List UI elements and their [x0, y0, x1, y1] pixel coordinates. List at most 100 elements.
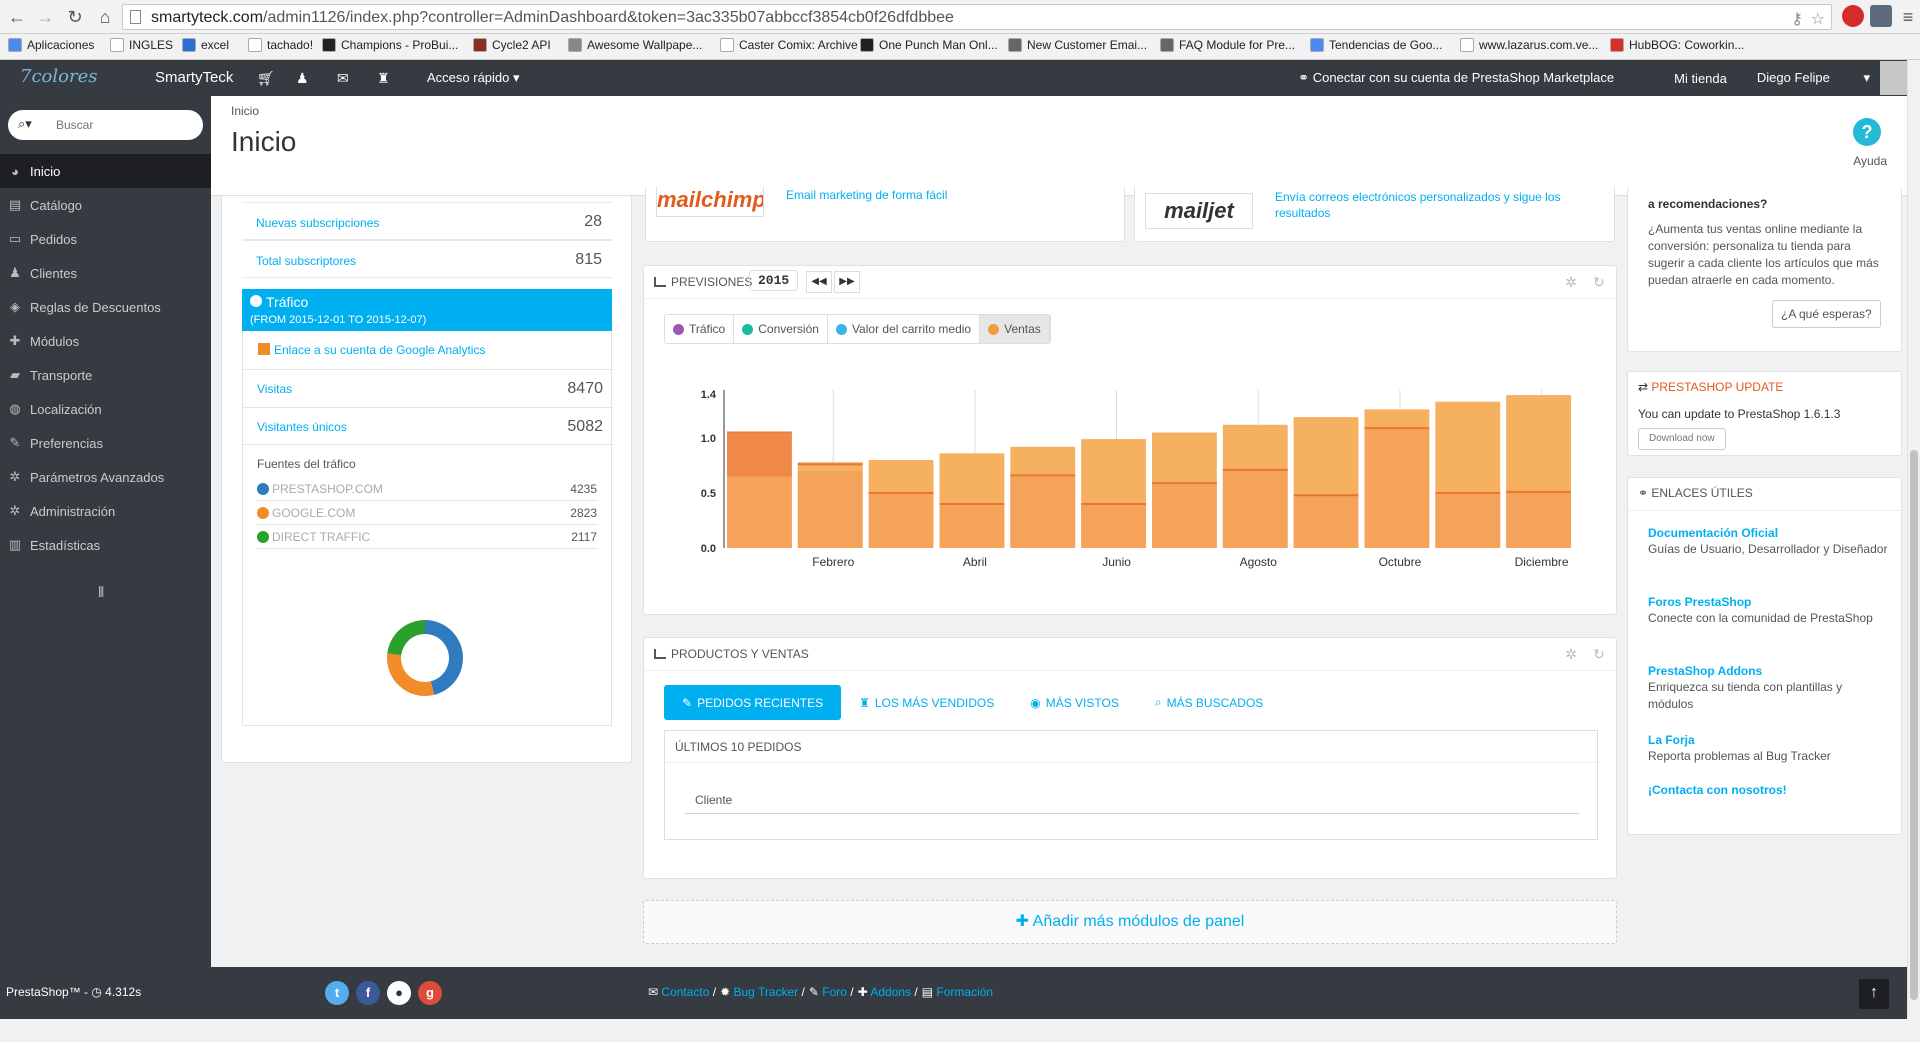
partner-ad-text[interactable]: Email marketing de forma fácil [786, 187, 1106, 203]
scroll-top-button[interactable]: ↑ [1859, 979, 1889, 1009]
partner-logo[interactable]: mailchimp [656, 187, 764, 217]
user-menu[interactable]: Diego Felipe ▾ [1757, 70, 1870, 86]
sidebar-item[interactable]: ✲ Administración [0, 494, 211, 528]
bookmark-item[interactable]: excel [182, 38, 229, 52]
bookmark-item[interactable]: New Customer Emai... [1008, 38, 1147, 52]
products-tab[interactable]: ◉ Más vistos [1012, 685, 1137, 720]
sidebar-item[interactable]: ✲ Parámetros Avanzados [0, 460, 211, 494]
footer-link[interactable]: Contacto [661, 985, 709, 999]
legend-toggle[interactable]: Ventas [980, 315, 1050, 343]
bookmark-item[interactable]: Caster Comix: Archive [720, 38, 858, 52]
google-plus-icon[interactable]: g [418, 981, 442, 1005]
sidebar-item[interactable]: ◈ Reglas de Descuentos [0, 290, 211, 324]
page-scrollbar[interactable] [1907, 60, 1920, 1018]
previous-year-button[interactable]: ◀◀ [806, 271, 832, 293]
refresh-icon[interactable]: ↻ [1590, 274, 1608, 292]
back-icon[interactable]: ← [4, 4, 30, 30]
refresh-icon[interactable]: ↻ [1590, 646, 1608, 664]
shop-name[interactable]: SmartyTeck [155, 69, 233, 86]
total-subscribers-link[interactable]: Total subscriptores [256, 254, 356, 268]
unique-visitors-link[interactable]: Visitantes únicos [257, 420, 347, 434]
github-icon[interactable]: ● [387, 981, 411, 1005]
configure-icon[interactable]: ✲ [1562, 274, 1580, 292]
products-tab[interactable]: ✎ Pedidos recientes [664, 685, 842, 720]
useful-link-title[interactable]: PrestaShop Addons [1648, 664, 1888, 678]
search-input[interactable] [56, 115, 191, 135]
bookmark-item[interactable]: Cycle2 API [473, 38, 551, 52]
bar-chart-icon [654, 277, 666, 287]
trophy-icon[interactable]: ♜ [377, 70, 390, 87]
useful-link-title[interactable]: Documentación Oficial [1648, 526, 1888, 540]
bookmark-item[interactable]: HubBOG: Coworkin... [1610, 38, 1744, 52]
sidebar-item[interactable]: ✎ Preferencias [0, 426, 211, 460]
footer-link[interactable]: Addons [870, 985, 911, 999]
sidebar-item[interactable]: ✚ Módulos [0, 324, 211, 358]
adblock-icon[interactable] [1842, 5, 1864, 27]
footer-link[interactable]: Foro [822, 985, 847, 999]
mailjet-logo[interactable]: mailjet [1145, 193, 1253, 229]
google-analytics-link[interactable]: Enlace a su cuenta de Google Analytics [258, 343, 485, 357]
traffic-source-row: PRESTASHOP.COM 4235 [257, 477, 597, 501]
useful-link-title[interactable]: Foros PrestaShop [1648, 595, 1888, 609]
collapse-menu-icon[interactable]: ⦀ [98, 584, 104, 601]
next-year-button[interactable]: ▶▶ [834, 271, 860, 293]
useful-link-title[interactable]: ¡Contacta con nosotros! [1648, 783, 1888, 797]
source-value: 4235 [570, 482, 597, 496]
twitter-icon[interactable]: t [325, 981, 349, 1005]
sidebar-item[interactable]: ▤ Catálogo [0, 188, 211, 222]
bookmark-item[interactable]: Aplicaciones [8, 38, 94, 52]
facebook-icon[interactable]: f [356, 981, 380, 1005]
bookmark-item[interactable]: www.lazarus.com.ve... [1460, 38, 1598, 52]
bookmark-item[interactable]: One Punch Man Onl... [860, 38, 998, 52]
sidebar-item[interactable]: ▥ Estadísticas [0, 528, 211, 562]
reload-icon[interactable]: ↻ [62, 4, 88, 30]
bookmark-item[interactable]: Champions - ProBui... [322, 38, 458, 52]
marketplace-link[interactable]: ⚭ Conectar con su cuenta de PrestaShop M… [1298, 70, 1644, 86]
sidebar-item[interactable]: ♟ Clientes [0, 256, 211, 290]
breadcrumb[interactable]: Inicio [231, 104, 259, 118]
user-icon[interactable]: ♟ [296, 70, 309, 87]
new-subscriptions-link[interactable]: Nuevas subscripciones [256, 216, 379, 230]
products-tab[interactable]: ♜ Los más vendidos [841, 685, 1012, 720]
useful-link-title[interactable]: La Forja [1648, 733, 1888, 747]
search-icon[interactable]: ⌕▾ [18, 116, 32, 132]
bookmark-label: Cycle2 API [492, 38, 551, 52]
what-are-you-waiting-button[interactable]: ¿A qué esperas? [1772, 300, 1881, 328]
quick-access-menu[interactable]: Acceso rápido ▾ [427, 70, 520, 86]
products-tab[interactable]: ⌕ Más buscados [1137, 685, 1281, 720]
help-icon[interactable]: ? [1853, 118, 1881, 146]
bookmark-item[interactable]: INGLES [110, 38, 173, 52]
bookmark-item[interactable]: Tendencias de Goo... [1310, 38, 1442, 52]
visits-link[interactable]: Visitas [257, 382, 292, 396]
star-icon[interactable]: ☆ [1811, 9, 1825, 29]
help-label[interactable]: Ayuda [1853, 154, 1887, 168]
prestashop-update-panel: ⇄ PrestaShop Update You can update to Pr… [1627, 371, 1902, 456]
footer-link[interactable]: Bug Tracker [733, 985, 798, 999]
cart-icon[interactable]: 🛒︎ [257, 70, 275, 87]
sidebar-item[interactable]: ◍ Localización [0, 392, 211, 426]
mailjet-ad-text[interactable]: Envía correos electrónicos personalizado… [1275, 189, 1595, 221]
sidebar-item[interactable]: ▰ Transporte [0, 358, 211, 392]
add-dashboard-module-button[interactable]: ✚ Añadir más módulos de panel [643, 900, 1617, 944]
legend-toggle[interactable]: Conversión [734, 315, 828, 343]
legend-toggle[interactable]: Tráfico [665, 315, 735, 343]
address-bar[interactable]: smartyteck.com/admin1126/index.php?contr… [122, 4, 1832, 30]
menu-icon[interactable]: ≡ [1895, 4, 1920, 30]
scrollbar-thumb[interactable] [1910, 450, 1918, 1000]
forward-icon[interactable]: → [32, 4, 58, 30]
bookmark-item[interactable]: Awesome Wallpape... [568, 38, 702, 52]
bookmark-item[interactable]: tachado! [248, 38, 313, 52]
legend-toggle[interactable]: Valor del carrito medio [827, 315, 981, 343]
key-icon[interactable]: ⚷ [1791, 9, 1803, 29]
sidebar-item[interactable]: ▭ Pedidos [0, 222, 211, 256]
download-now-button[interactable]: Download now [1638, 428, 1726, 450]
footer-link[interactable]: Formación [936, 985, 993, 999]
sidebar-item[interactable]: ◕ Inicio [0, 154, 211, 188]
cast-icon[interactable] [1870, 5, 1892, 27]
bookmark-item[interactable]: FAQ Module for Pre... [1160, 38, 1295, 52]
home-icon[interactable]: ⌂ [92, 4, 118, 30]
envelope-icon[interactable]: ✉ [337, 70, 349, 87]
my-shop-link[interactable]: Mi tienda [1674, 71, 1727, 86]
configure-icon[interactable]: ✲ [1562, 646, 1580, 664]
column-client[interactable]: Cliente [695, 793, 732, 807]
